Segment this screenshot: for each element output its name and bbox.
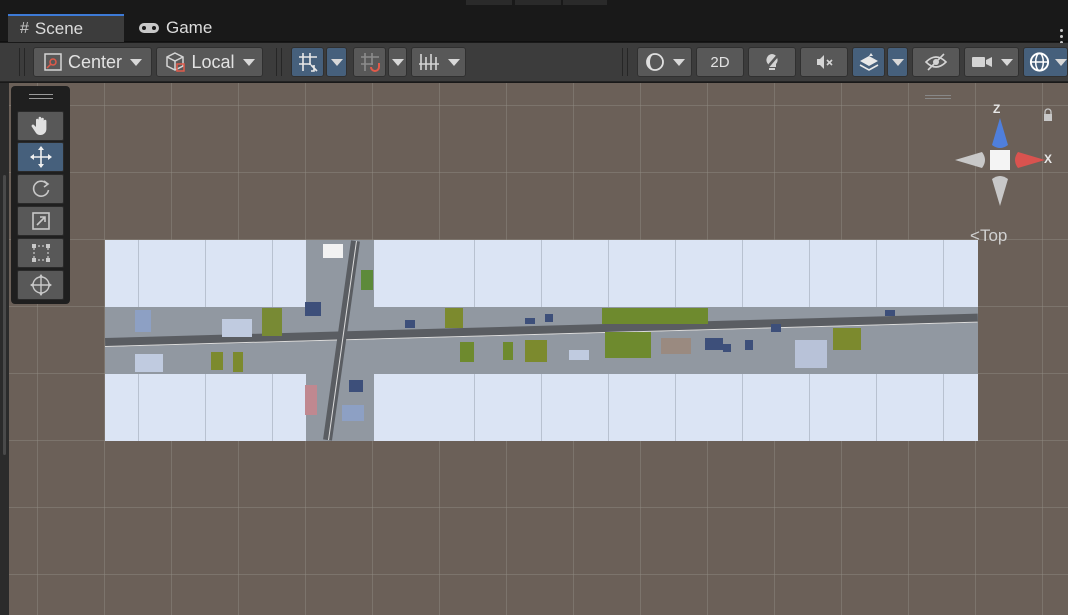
rect-transform-icon [31,244,50,262]
toolbar-grip [19,48,25,76]
view-name: Top [979,226,1008,245]
rotate-tool-button[interactable] [17,174,64,204]
panel-drag-handle[interactable] [29,94,53,95]
scale-tool-button[interactable] [17,206,64,236]
tab-game-label: Game [166,18,213,37]
tab-game[interactable]: Game [126,14,236,42]
2d-mode-toggle[interactable]: 2D [696,47,744,77]
transform-icon [29,274,52,296]
lightbulb-off-icon [764,53,780,71]
scene-toolbar: Center Local 2D [0,43,1068,82]
pivot-center-icon [44,53,62,71]
increment-snap-toggle[interactable] [353,47,386,77]
camera-icon [971,57,992,67]
axis-x-label: X [1044,152,1053,166]
back-chevron-icon: < [970,226,980,245]
chevron-down-icon [242,58,255,66]
rotate-icon [32,180,49,197]
chevron-down-icon [447,58,460,66]
chevron-down-icon [130,58,143,66]
move-tool-button[interactable] [17,142,64,172]
hand-tool-button[interactable] [17,111,64,141]
hidden-eye-icon [924,53,948,71]
tab-bar: # Scene Game [0,12,1068,44]
chevron-down-icon [1055,58,1067,66]
chevron-down-icon [391,58,404,66]
local-cube-icon [166,52,186,72]
pivot-rotation-dropdown[interactable]: Local [156,47,263,77]
shading-mode-dropdown[interactable] [637,47,692,77]
grid-snap-dropdown[interactable] [326,47,347,77]
tab-scene-label: Scene [34,19,84,38]
view-orientation-label[interactable]: <Top [970,226,1007,246]
pivot-mode-dropdown[interactable]: Center [33,47,152,77]
move-arrows-icon [29,146,52,168]
toolbar-grip [622,48,628,76]
chevron-down-icon [891,58,904,66]
axis-z-label: Z [993,102,1001,116]
hand-icon [31,116,46,135]
scene-camera-dropdown[interactable] [964,47,1019,77]
audio-toggle[interactable] [800,47,848,77]
transform-tool-button[interactable] [17,270,64,300]
scale-icon [31,212,50,230]
lighting-toggle[interactable] [748,47,796,77]
tools-overlay [11,86,70,304]
toolbar-grip [276,48,282,76]
chevron-down-icon [672,58,685,66]
gizmo-panel-handle[interactable] [925,95,951,96]
effects-toggle[interactable] [852,47,885,77]
increment-snap-icon [360,53,380,72]
2d-mode-label: 2D [710,53,730,71]
city-map-plane[interactable] [105,240,978,441]
gizmo-globe-icon [1029,52,1050,72]
scene-visibility-toggle[interactable] [912,47,960,77]
grid-snap-toggle[interactable] [291,47,324,77]
gizmos-toggle[interactable] [1023,47,1068,77]
shaded-sphere-icon [645,53,664,71]
rect-tool-button[interactable] [17,238,64,268]
window-top-strip [0,0,1068,12]
tab-scene[interactable]: # Scene [8,14,124,42]
ruler-grid-icon [418,54,439,70]
grid-visibility-dropdown[interactable] [411,47,466,77]
pivot-mode-label: Center [67,51,123,72]
audio-mute-icon [817,55,833,69]
gamepad-icon [139,23,159,33]
chevron-down-icon [330,58,343,66]
left-edge-scrollbar[interactable] [0,83,9,615]
effects-dropdown[interactable] [887,47,908,77]
grid-hash-icon: # [20,20,29,37]
layers-effects-icon [859,53,878,71]
grid-snap-icon [298,53,318,72]
chevron-down-icon [1000,58,1013,66]
increment-snap-dropdown[interactable] [388,47,407,77]
pivot-rotation-label: Local [191,51,235,72]
